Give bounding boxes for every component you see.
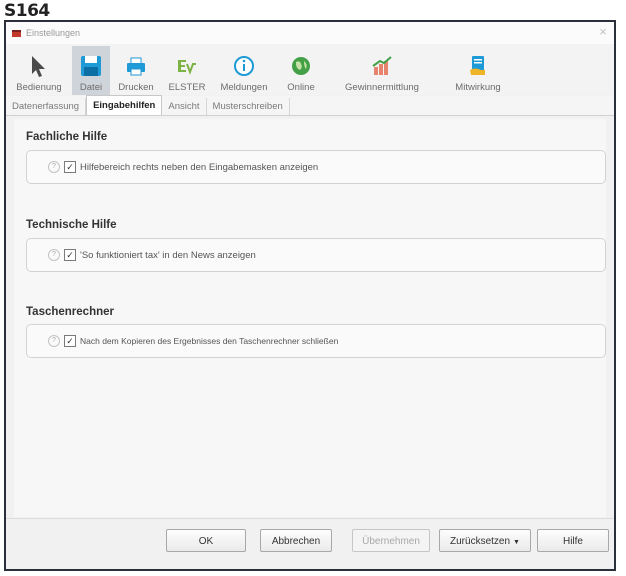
globe-icon: [292, 57, 310, 75]
tool-meldungen[interactable]: Meldungen: [212, 46, 276, 95]
info-icon: [234, 56, 254, 76]
page-label: S164: [4, 1, 50, 21]
option-label: Hilfebereich rechts neben den Eingabemas…: [80, 161, 319, 173]
tool-gewinnermittlung[interactable]: Gewinnermittlung: [326, 46, 438, 95]
help-icon[interactable]: ?: [48, 335, 60, 347]
tool-label: Mitwirkung: [455, 82, 501, 93]
option-label: Nach dem Kopieren des Ergebnisses den Ta…: [80, 336, 339, 346]
help-button[interactable]: Hilfe: [537, 529, 609, 552]
tool-online[interactable]: Online: [276, 46, 326, 95]
help-icon[interactable]: ?: [48, 161, 60, 173]
tool-label: Drucken: [118, 82, 154, 93]
elster-logo-icon: [178, 60, 196, 75]
tool-label: ELSTER: [168, 82, 206, 93]
checkbox-taschenrechner-schliessen[interactable]: ✓: [64, 335, 76, 347]
tool-bedienung[interactable]: Bedienung: [6, 46, 72, 95]
app-icon: [12, 29, 21, 37]
title-bar: Einstellungen ×: [6, 22, 614, 45]
close-icon[interactable]: ×: [596, 25, 610, 39]
document-hand-icon: [470, 56, 485, 75]
settings-toolbar: Bedienung Datei Drucken ELSTER Meldungen…: [6, 44, 614, 95]
tool-drucken[interactable]: Drucken: [110, 46, 162, 95]
reset-button-label: Zurücksetzen: [450, 536, 511, 547]
tab-datenerfassung[interactable]: Datenerfassung: [6, 98, 87, 115]
checkbox-hilfebereich[interactable]: ✓: [64, 161, 76, 173]
section-title-technische-hilfe: Technische Hilfe: [26, 219, 117, 231]
tool-label: Online: [287, 82, 315, 93]
cancel-button[interactable]: Abbrechen: [260, 529, 332, 552]
tool-label: Bedienung: [16, 82, 62, 93]
tool-label: Gewinnermittlung: [345, 82, 419, 93]
section-fachliche-hilfe: ? ✓ Hilfebereich rechts neben den Eingab…: [26, 150, 606, 184]
tool-elster[interactable]: ELSTER: [162, 46, 212, 95]
apply-button[interactable]: Übernehmen: [352, 529, 430, 552]
option-label: 'So funktioniert tax' in den News anzeig…: [80, 249, 256, 261]
checkbox-so-funktioniert-tax[interactable]: ✓: [64, 249, 76, 261]
bar-chart-icon: [372, 56, 392, 75]
reset-button[interactable]: Zurücksetzen ▼: [439, 529, 531, 552]
dialog-button-bar: OK Abbrechen Übernehmen Zurücksetzen ▼ Hi…: [6, 518, 614, 569]
settings-content: Fachliche Hilfe ? ✓ Hilfebereich rechts …: [14, 119, 606, 517]
section-taschenrechner: ? ✓ Nach dem Kopieren des Ergebnisses de…: [26, 324, 606, 358]
tool-label: Meldungen: [220, 82, 268, 93]
tab-musterschreiben[interactable]: Musterschreiben: [207, 98, 290, 115]
section-title-taschenrechner: Taschenrechner: [26, 306, 114, 318]
dropdown-caret-icon: ▼: [513, 539, 520, 546]
settings-window: Einstellungen × Bedienung Datei Drucken: [4, 20, 616, 571]
floppy-disk-icon: [81, 56, 101, 76]
section-technische-hilfe: ? ✓ 'So funktioniert tax' in den News an…: [26, 238, 606, 272]
ok-button[interactable]: OK: [166, 529, 246, 552]
tool-label: Datei: [79, 82, 103, 93]
tool-datei[interactable]: Datei: [72, 46, 110, 95]
window-title: Einstellungen: [26, 28, 81, 38]
section-title-fachliche-hilfe: Fachliche Hilfe: [26, 131, 108, 143]
printer-icon: [127, 57, 145, 76]
tab-eingabehilfen[interactable]: Eingabehilfen: [86, 95, 163, 115]
tool-mitwirkung[interactable]: Mitwirkung: [438, 46, 518, 95]
pointer-arrow-icon: [32, 56, 45, 77]
tab-ansicht[interactable]: Ansicht: [162, 98, 207, 115]
help-icon[interactable]: ?: [48, 249, 60, 261]
subtab-bar: Datenerfassung Eingabehilfen Ansicht Mus…: [6, 95, 614, 116]
